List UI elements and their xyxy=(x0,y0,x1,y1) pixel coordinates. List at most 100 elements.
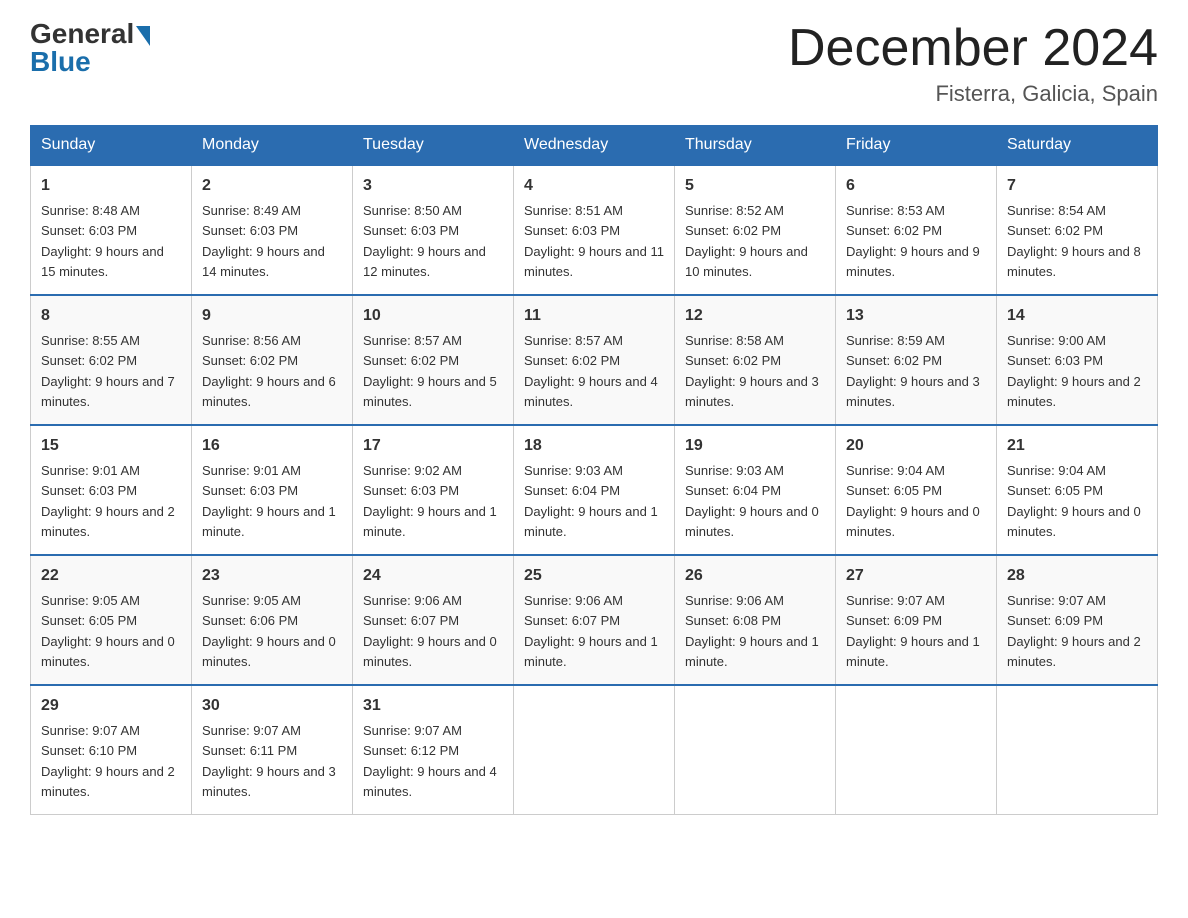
day-number: 15 xyxy=(41,434,181,458)
day-cell: 12 Sunrise: 8:58 AMSunset: 6:02 PMDayligh… xyxy=(675,295,836,425)
page-header: General Blue December 2024 Fisterra, Gal… xyxy=(30,20,1158,107)
day-number: 19 xyxy=(685,434,825,458)
day-number: 9 xyxy=(202,304,342,328)
day-info: Sunrise: 9:07 AMSunset: 6:09 PMDaylight:… xyxy=(846,593,980,669)
day-info: Sunrise: 8:57 AMSunset: 6:02 PMDaylight:… xyxy=(363,333,497,409)
day-cell: 24Sunrise: 9:06 AMSunset: 6:07 PMDayligh… xyxy=(353,555,514,685)
col-header-thursday: Thursday xyxy=(675,126,836,166)
day-info: Sunrise: 9:05 AMSunset: 6:06 PMDaylight:… xyxy=(202,593,336,669)
day-info: Sunrise: 8:53 AMSunset: 6:02 PMDaylight:… xyxy=(846,203,980,279)
logo-general-text: General xyxy=(30,20,134,48)
day-number: 10 xyxy=(363,304,503,328)
day-cell: 31 Sunrise: 9:07 AMSunset: 6:12 PMDayligh… xyxy=(353,685,514,815)
day-info: Sunrise: 8:50 AMSunset: 6:03 PMDaylight:… xyxy=(363,203,486,279)
week-row-2: 8 Sunrise: 8:55 AMSunset: 6:02 PMDaylight… xyxy=(31,295,1158,425)
day-number: 16 xyxy=(202,434,342,458)
logo: General Blue xyxy=(30,20,150,78)
day-number: 2 xyxy=(202,174,342,198)
day-info: Sunrise: 9:05 AMSunset: 6:05 PMDaylight:… xyxy=(41,593,175,669)
day-number: 3 xyxy=(363,174,503,198)
day-info: Sunrise: 8:59 AMSunset: 6:02 PMDaylight:… xyxy=(846,333,980,409)
day-number: 23 xyxy=(202,564,342,588)
day-info: Sunrise: 9:07 AMSunset: 6:12 PMDaylight:… xyxy=(363,723,497,799)
day-cell: 20Sunrise: 9:04 AMSunset: 6:05 PMDayligh… xyxy=(836,425,997,555)
day-cell xyxy=(675,685,836,815)
day-cell: 17Sunrise: 9:02 AMSunset: 6:03 PMDayligh… xyxy=(353,425,514,555)
day-number: 28 xyxy=(1007,564,1147,588)
logo-text: General xyxy=(30,20,150,48)
day-number: 1 xyxy=(41,174,181,198)
day-info: Sunrise: 9:01 AMSunset: 6:03 PMDaylight:… xyxy=(202,463,336,539)
day-cell: 8 Sunrise: 8:55 AMSunset: 6:02 PMDaylight… xyxy=(31,295,192,425)
day-info: Sunrise: 9:04 AMSunset: 6:05 PMDaylight:… xyxy=(846,463,980,539)
day-number: 7 xyxy=(1007,174,1147,198)
week-row-5: 29 Sunrise: 9:07 AMSunset: 6:10 PMDayligh… xyxy=(31,685,1158,815)
day-info: Sunrise: 9:07 AMSunset: 6:10 PMDaylight:… xyxy=(41,723,175,799)
col-header-sunday: Sunday xyxy=(31,126,192,166)
day-number: 18 xyxy=(524,434,664,458)
day-number: 13 xyxy=(846,304,986,328)
day-number: 26 xyxy=(685,564,825,588)
day-info: Sunrise: 8:55 AMSunset: 6:02 PMDaylight:… xyxy=(41,333,175,409)
header-row: SundayMondayTuesdayWednesdayThursdayFrid… xyxy=(31,126,1158,166)
day-info: Sunrise: 8:58 AMSunset: 6:02 PMDaylight:… xyxy=(685,333,819,409)
calendar-table: SundayMondayTuesdayWednesdayThursdayFrid… xyxy=(30,125,1158,815)
day-cell: 7 Sunrise: 8:54 AMSunset: 6:02 PMDaylight… xyxy=(997,165,1158,295)
day-cell xyxy=(997,685,1158,815)
col-header-wednesday: Wednesday xyxy=(514,126,675,166)
day-cell xyxy=(836,685,997,815)
day-cell: 6 Sunrise: 8:53 AMSunset: 6:02 PMDaylight… xyxy=(836,165,997,295)
day-info: Sunrise: 9:06 AMSunset: 6:08 PMDaylight:… xyxy=(685,593,819,669)
day-cell: 29 Sunrise: 9:07 AMSunset: 6:10 PMDayligh… xyxy=(31,685,192,815)
location-text: Fisterra, Galicia, Spain xyxy=(788,81,1158,107)
day-number: 12 xyxy=(685,304,825,328)
day-number: 30 xyxy=(202,694,342,718)
day-info: Sunrise: 8:48 AMSunset: 6:03 PMDaylight:… xyxy=(41,203,164,279)
day-number: 27 xyxy=(846,564,986,588)
month-title: December 2024 xyxy=(788,20,1158,77)
day-cell: 21Sunrise: 9:04 AMSunset: 6:05 PMDayligh… xyxy=(997,425,1158,555)
col-header-friday: Friday xyxy=(836,126,997,166)
day-cell: 2Sunrise: 8:49 AMSunset: 6:03 PMDaylight… xyxy=(192,165,353,295)
week-row-1: 1 Sunrise: 8:48 AMSunset: 6:03 PMDaylight… xyxy=(31,165,1158,295)
day-cell: 11 Sunrise: 8:57 AMSunset: 6:02 PMDayligh… xyxy=(514,295,675,425)
day-cell: 15Sunrise: 9:01 AMSunset: 6:03 PMDayligh… xyxy=(31,425,192,555)
week-row-3: 15 Sunrise: 9:01 AMSunset: 6:03 PMDayligh… xyxy=(31,425,1158,555)
day-info: Sunrise: 8:57 AMSunset: 6:02 PMDaylight:… xyxy=(524,333,658,409)
day-number: 8 xyxy=(41,304,181,328)
day-info: Sunrise: 9:07 AMSunset: 6:09 PMDaylight:… xyxy=(1007,593,1141,669)
day-cell: 18 Sunrise: 9:03 AMSunset: 6:04 PMDayligh… xyxy=(514,425,675,555)
day-info: Sunrise: 9:03 AMSunset: 6:04 PMDaylight:… xyxy=(524,463,658,539)
day-cell xyxy=(514,685,675,815)
day-cell: 10 Sunrise: 8:57 AMSunset: 6:02 PMDayligh… xyxy=(353,295,514,425)
day-cell: 28 Sunrise: 9:07 AMSunset: 6:09 PMDayligh… xyxy=(997,555,1158,685)
day-number: 6 xyxy=(846,174,986,198)
day-number: 4 xyxy=(524,174,664,198)
day-number: 11 xyxy=(524,304,664,328)
day-cell: 5 Sunrise: 8:52 AMSunset: 6:02 PMDaylight… xyxy=(675,165,836,295)
day-info: Sunrise: 8:52 AMSunset: 6:02 PMDaylight:… xyxy=(685,203,808,279)
day-number: 29 xyxy=(41,694,181,718)
day-cell: 25 Sunrise: 9:06 AMSunset: 6:07 PMDayligh… xyxy=(514,555,675,685)
day-info: Sunrise: 8:56 AMSunset: 6:02 PMDaylight:… xyxy=(202,333,336,409)
col-header-tuesday: Tuesday xyxy=(353,126,514,166)
day-info: Sunrise: 9:03 AMSunset: 6:04 PMDaylight:… xyxy=(685,463,819,539)
col-header-monday: Monday xyxy=(192,126,353,166)
day-cell: 23 Sunrise: 9:05 AMSunset: 6:06 PMDayligh… xyxy=(192,555,353,685)
day-info: Sunrise: 9:06 AMSunset: 6:07 PMDaylight:… xyxy=(524,593,658,669)
day-cell: 1 Sunrise: 8:48 AMSunset: 6:03 PMDaylight… xyxy=(31,165,192,295)
day-number: 24 xyxy=(363,564,503,588)
logo-arrow-icon xyxy=(136,26,150,46)
title-block: December 2024 Fisterra, Galicia, Spain xyxy=(788,20,1158,107)
col-header-saturday: Saturday xyxy=(997,126,1158,166)
day-number: 17 xyxy=(363,434,503,458)
day-number: 14 xyxy=(1007,304,1147,328)
day-info: Sunrise: 8:54 AMSunset: 6:02 PMDaylight:… xyxy=(1007,203,1141,279)
day-cell: 22 Sunrise: 9:05 AMSunset: 6:05 PMDayligh… xyxy=(31,555,192,685)
day-number: 25 xyxy=(524,564,664,588)
day-number: 22 xyxy=(41,564,181,588)
day-number: 5 xyxy=(685,174,825,198)
day-number: 31 xyxy=(363,694,503,718)
day-info: Sunrise: 8:51 AMSunset: 6:03 PMDaylight:… xyxy=(524,203,664,279)
day-info: Sunrise: 9:07 AMSunset: 6:11 PMDaylight:… xyxy=(202,723,336,799)
